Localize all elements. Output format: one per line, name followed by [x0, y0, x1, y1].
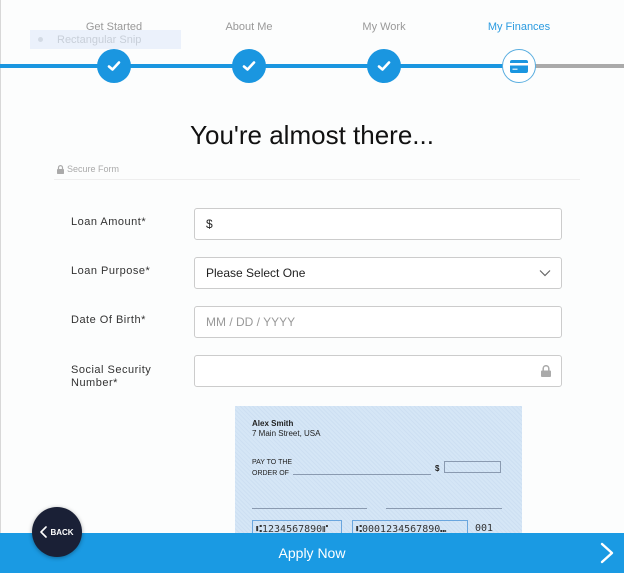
apply-now-button[interactable]: Apply Now [0, 533, 624, 573]
date-of-birth-field[interactable] [194, 306, 562, 338]
step-my-finances[interactable] [502, 49, 536, 83]
loan-purpose-select[interactable]: Please Select One [194, 257, 562, 289]
check-signature-line [386, 508, 502, 509]
secure-form-indicator: Secure Form [57, 164, 119, 174]
snip-dot-icon [38, 37, 43, 42]
step-my-work[interactable] [367, 49, 401, 83]
check-amount-box [444, 461, 501, 473]
ssn-label: Social Security Number* [71, 364, 151, 390]
ssn-input[interactable] [206, 364, 536, 378]
progress-stepper: Get Started About Me My Work My Finances… [0, 0, 624, 100]
credit-card-icon [510, 59, 528, 73]
step-about-me[interactable] [232, 49, 266, 83]
loan-amount-field[interactable]: $ [194, 208, 562, 240]
loan-purpose-label: Loan Purpose* [71, 265, 151, 277]
sample-check-image: Alex Smith 7 Main Street, USA PAY TO THE… [235, 406, 522, 546]
secure-form-label: Secure Form [67, 164, 120, 174]
chevron-left-icon [40, 526, 48, 538]
section-divider [54, 179, 580, 180]
check-memo-line [252, 508, 367, 509]
lock-icon [541, 365, 551, 377]
check-payee-line [293, 474, 431, 475]
back-label: BACK [50, 527, 74, 537]
currency-prefix: $ [206, 217, 213, 231]
step-label-my-finances: My Finances [487, 21, 551, 33]
lock-icon [57, 164, 64, 174]
chevron-right-icon [600, 542, 614, 567]
apply-now-label: Apply Now [278, 545, 346, 561]
check-pay-to-label: PAY TO THE ORDER OF [252, 457, 292, 479]
rectangular-snip-overlay: Rectangular Snip [30, 30, 181, 49]
chevron-down-icon [539, 270, 551, 277]
pay-to-line2: ORDER OF [252, 470, 289, 477]
date-of-birth-label: Date Of Birth* [71, 314, 146, 326]
check-icon [242, 61, 256, 71]
check-account-name: Alex Smith [252, 419, 294, 428]
ssn-field[interactable] [194, 355, 562, 387]
step-label-about-me: About Me [225, 21, 273, 33]
check-address: 7 Main Street, USA [252, 429, 321, 438]
loan-purpose-selected: Please Select One [206, 266, 306, 280]
date-of-birth-input[interactable] [206, 315, 536, 329]
check-icon [377, 61, 391, 71]
page-title: You're almost there... [190, 120, 434, 150]
check-dollar-sign: $ [435, 464, 440, 473]
loan-amount-input[interactable] [216, 217, 547, 231]
ssn-label-line1: Social Security [71, 364, 152, 376]
pay-to-line1: PAY TO THE [252, 459, 293, 466]
step-get-started[interactable] [97, 49, 131, 83]
loan-amount-label: Loan Amount* [71, 216, 147, 228]
ssn-label-line2: Number* [71, 377, 118, 389]
check-icon [107, 61, 121, 71]
snip-label: Rectangular Snip [57, 33, 142, 46]
step-label-my-work: My Work [362, 21, 406, 33]
back-button[interactable]: BACK [32, 507, 82, 557]
